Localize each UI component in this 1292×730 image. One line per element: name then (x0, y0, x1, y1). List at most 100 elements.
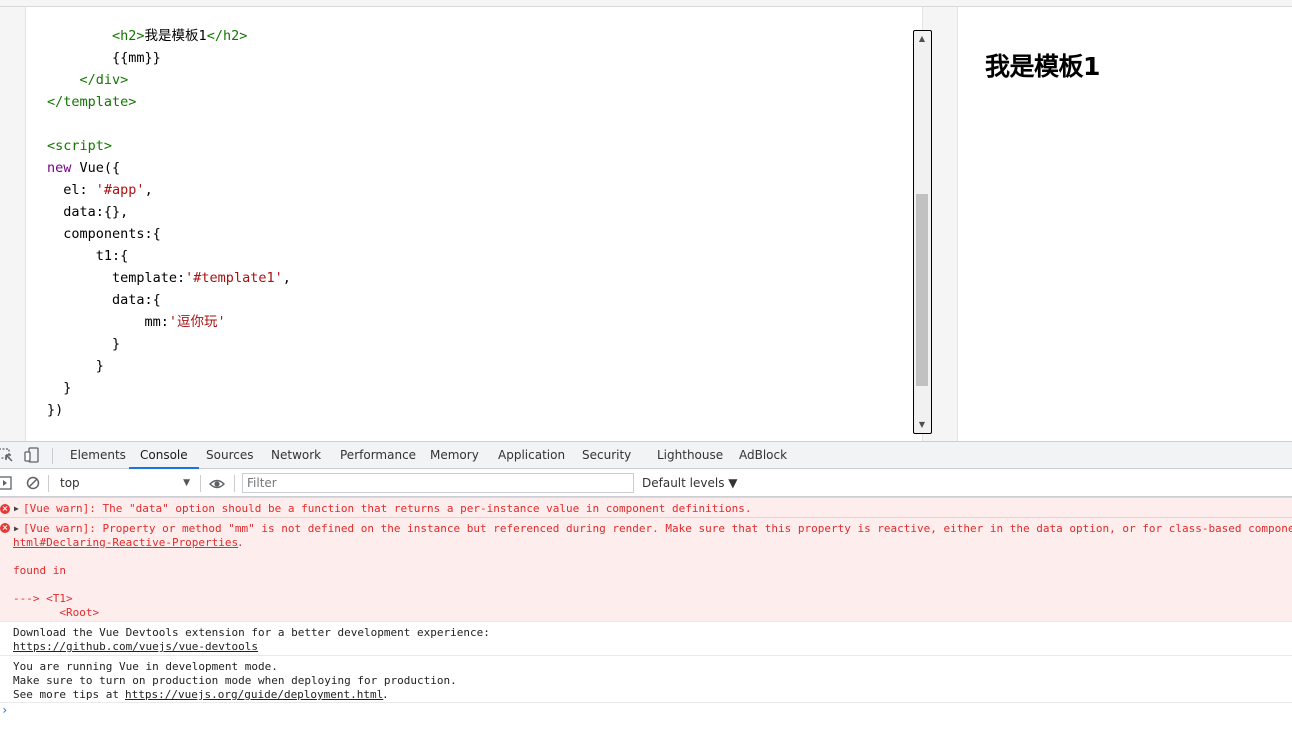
devtools-tabbar: Elements Console Sources Network Perform… (0, 442, 1292, 469)
code-line[interactable]: } (47, 377, 291, 399)
code-line[interactable]: <script> (47, 135, 291, 157)
console-error: × ▶ [Vue warn]: The "data" option should… (0, 497, 1292, 517)
code-token: '#template1' (185, 270, 283, 286)
toolbar-separator (48, 475, 49, 492)
code-token: '#app' (95, 182, 145, 198)
code-line[interactable]: components:{ (47, 223, 291, 245)
scrollbar-thumb[interactable] (916, 194, 928, 386)
log-levels-dropdown[interactable]: Default levels ▼ (642, 474, 738, 493)
error-icon: × (0, 504, 10, 514)
console-prompt-icon[interactable]: › (1, 703, 8, 717)
code-line[interactable]: }) (47, 399, 291, 421)
code-token: t1:{ (47, 248, 129, 264)
code-token: </template> (47, 94, 137, 110)
devtools-link[interactable]: https://github.com/vuejs/vue-devtools (13, 640, 258, 654)
tabbar-separator (52, 448, 53, 464)
console-toolbar: top ▼ Filter Default levels ▼ (0, 470, 1292, 497)
code-token: mm: (47, 314, 169, 330)
code-text[interactable]: <h2>我是模板1</h2> {{mm}} </div> </template> <… (47, 25, 291, 421)
code-token: <script> (47, 138, 113, 154)
tab-adblock[interactable]: AdBlock (739, 442, 787, 469)
code-line[interactable]: t1:{ (47, 245, 291, 267)
tab-network[interactable]: Network (271, 442, 321, 469)
tab-memory[interactable]: Memory (430, 442, 479, 469)
code-token: }) (47, 402, 64, 418)
dropdown-arrow-icon: ▼ (183, 478, 190, 488)
error-message: [Vue warn]: Property or method "mm" is n… (23, 522, 1292, 535)
context-select[interactable]: top ▼ (54, 474, 194, 493)
code-line[interactable]: el: '#app', (47, 179, 291, 201)
code-token: '逗你玩' (168, 314, 226, 330)
console-log: Download the Vue Devtools extension for … (0, 621, 1292, 655)
code-token: el: (47, 182, 96, 198)
device-toolbar-icon[interactable] (24, 447, 40, 463)
tab-performance[interactable]: Performance (340, 442, 416, 469)
code-token: , (282, 270, 291, 286)
tab-lighthouse[interactable]: Lighthouse (657, 442, 723, 469)
code-token: </div> (47, 72, 129, 88)
code-token: data:{}, (47, 204, 129, 220)
log-message: Download the Vue Devtools extension for … (13, 626, 490, 639)
tab-application[interactable]: Application (498, 442, 565, 469)
tab-sources[interactable]: Sources (206, 442, 253, 469)
error-message: [Vue warn]: The "data" option should be … (23, 502, 752, 515)
component-trace-root: <Root> (13, 606, 100, 619)
code-editor[interactable]: <h2>我是模板1</h2> {{mm}} </div> </template> <… (25, 7, 932, 441)
tab-console[interactable]: Console (129, 442, 199, 469)
log-message: See more tips at (13, 688, 126, 701)
console-error: × ▶ [Vue warn]: Property or method "mm" … (0, 517, 1292, 621)
show-sidebar-icon[interactable] (0, 475, 14, 491)
console-output: × ▶ [Vue warn]: The "data" option should… (0, 497, 1292, 730)
code-line[interactable]: template:'#template1', (47, 267, 291, 289)
component-trace: ---> <T1> (13, 592, 73, 605)
log-period: . (382, 688, 389, 701)
preview-heading: 我是模板1 (985, 52, 1100, 81)
code-line[interactable]: data:{ (47, 289, 291, 311)
log-message: You are running Vue in development mode. (13, 660, 278, 673)
deployment-link[interactable]: https://vuejs.org/guide/deployment.html (125, 688, 383, 702)
code-line[interactable]: </div> (47, 69, 291, 91)
expand-triangle-icon[interactable]: ▶ (14, 522, 19, 536)
inspect-element-icon[interactable] (0, 447, 14, 463)
code-line[interactable]: new Vue({ (47, 157, 291, 179)
code-token: } (47, 336, 121, 352)
code-line[interactable]: <h2>我是模板1</h2> (47, 25, 291, 47)
code-line[interactable]: </template> (47, 91, 291, 113)
code-token: {{mm}} (47, 50, 161, 66)
code-token: template: (47, 270, 186, 286)
code-token: 我是模板1 (144, 28, 207, 44)
toolbar-separator (200, 475, 201, 492)
toolbar-separator (234, 475, 235, 492)
error-doc-link[interactable]: html#Declaring-Reactive-Properties (13, 536, 238, 550)
log-message: Make sure to turn on production mode whe… (13, 674, 457, 687)
tab-security[interactable]: Security (582, 442, 631, 469)
preview-pane: 我是模板1 (957, 7, 1292, 441)
filter-input[interactable]: Filter (242, 473, 634, 493)
code-line[interactable]: mm:'逗你玩' (47, 311, 291, 333)
split-view: <h2>我是模板1</h2> {{mm}} </div> </template> <… (0, 0, 1292, 441)
tab-elements[interactable]: Elements (70, 442, 126, 469)
code-line[interactable]: data:{}, (47, 201, 291, 223)
code-token: components:{ (47, 226, 161, 242)
code-token: data:{ (47, 292, 161, 308)
error-icon: × (0, 523, 10, 533)
eye-icon[interactable] (209, 476, 225, 492)
code-token: </h2> (206, 28, 248, 44)
code-line[interactable]: } (47, 355, 291, 377)
clear-console-icon[interactable] (26, 475, 42, 491)
devtools-panel: Elements Console Sources Network Perform… (0, 441, 1292, 729)
editor-scrollbar[interactable]: ▲ ▼ (913, 30, 932, 434)
code-token: new (47, 160, 72, 176)
scroll-down-arrow-icon[interactable]: ▼ (914, 417, 930, 433)
code-line[interactable]: {{mm}} (47, 47, 291, 69)
code-token: } (47, 380, 72, 396)
code-line[interactable]: } (47, 333, 291, 355)
code-token: , (144, 182, 153, 198)
code-line[interactable] (47, 113, 291, 135)
scroll-up-arrow-icon[interactable]: ▲ (914, 31, 930, 47)
error-period: . (237, 536, 244, 549)
expand-triangle-icon[interactable]: ▶ (14, 502, 19, 516)
code-token: <h2> (47, 28, 145, 44)
code-token: } (47, 358, 104, 374)
console-log: You are running Vue in development mode.… (0, 655, 1292, 703)
